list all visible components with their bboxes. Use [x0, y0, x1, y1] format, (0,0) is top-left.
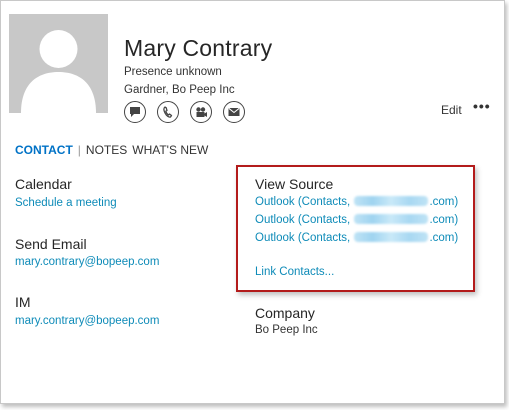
chat-icon [130, 107, 140, 117]
source-suffix: .com) [429, 214, 459, 226]
action-bar [124, 101, 245, 123]
source-link[interactable]: Outlook (Contacts, .com) [255, 196, 458, 208]
tab-notes[interactable]: NOTES [86, 143, 132, 157]
im-title: IM [15, 294, 31, 310]
video-icon [195, 107, 207, 117]
tab-contact[interactable]: CONTACT [15, 143, 78, 157]
schedule-meeting-link[interactable]: Schedule a meeting [15, 197, 117, 209]
source-prefix: Outlook (Contacts, [255, 214, 354, 226]
source-link[interactable]: Outlook (Contacts, .com) [255, 232, 458, 244]
job-title-company: Gardner, Bo Peep Inc [124, 84, 235, 96]
redacted-email [354, 232, 429, 242]
tab-separator: | [77, 143, 81, 157]
redacted-email [354, 214, 429, 224]
phone-icon [163, 106, 173, 118]
redacted-email [354, 196, 429, 206]
tab-whats-new[interactable]: WHAT'S NEW [132, 143, 213, 157]
source-suffix: .com) [429, 232, 459, 244]
send-email-title: Send Email [15, 236, 87, 252]
email-button[interactable] [223, 101, 245, 123]
company-title: Company [255, 305, 315, 321]
avatar [9, 14, 108, 113]
contact-card: Mary Contrary Presence unknown Gardner, … [0, 0, 505, 404]
calendar-title: Calendar [15, 176, 72, 192]
im-link[interactable]: mary.contrary@bopeep.com [15, 315, 159, 327]
link-contacts-link[interactable]: Link Contacts... [255, 266, 334, 278]
chat-button[interactable] [124, 101, 146, 123]
more-options-button[interactable]: ••• [473, 98, 491, 114]
call-button[interactable] [157, 101, 179, 123]
presence-status: Presence unknown [124, 66, 222, 78]
tab-bar: CONTACT | NOTES WHAT'S NEW [15, 143, 213, 157]
company-value: Bo Peep Inc [255, 324, 318, 336]
source-link[interactable]: Outlook (Contacts, .com) [255, 214, 458, 226]
view-source-title: View Source [255, 176, 334, 192]
contact-name: Mary Contrary [124, 35, 273, 61]
source-prefix: Outlook (Contacts, [255, 196, 354, 208]
source-prefix: Outlook (Contacts, [255, 232, 354, 244]
send-email-link[interactable]: mary.contrary@bopeep.com [15, 256, 159, 268]
source-suffix: .com) [429, 196, 459, 208]
edit-button[interactable]: Edit [441, 103, 462, 117]
email-icon [228, 107, 240, 116]
video-call-button[interactable] [190, 101, 212, 123]
